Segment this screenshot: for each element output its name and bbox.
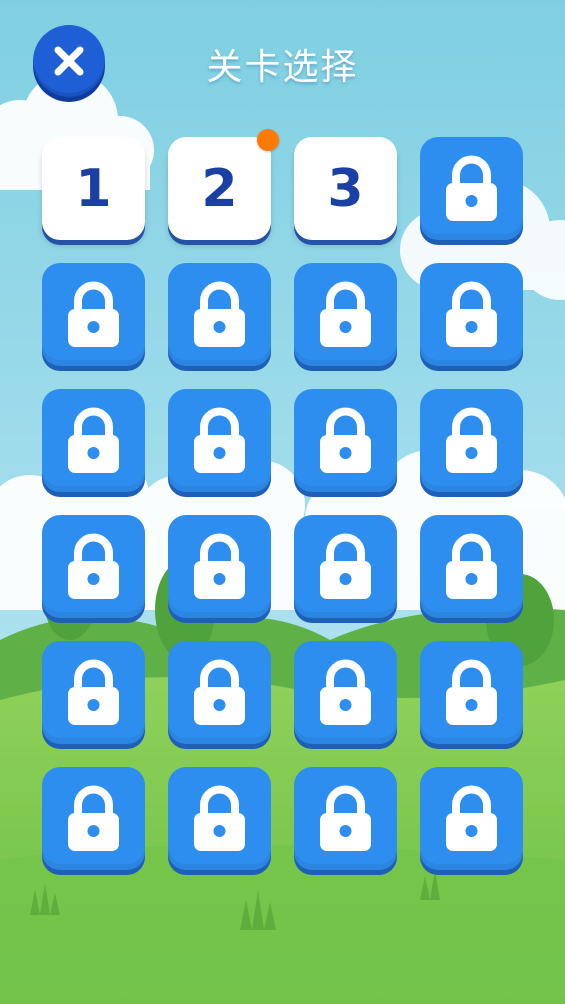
lock-icon [320, 659, 371, 725]
level-tile[interactable]: 1 [42, 137, 145, 240]
level-tile-locked[interactable] [168, 515, 271, 618]
level-tile-locked[interactable] [420, 515, 523, 618]
notification-dot [257, 129, 279, 151]
lock-icon [320, 533, 371, 599]
lock-icon [194, 659, 245, 725]
level-tile-locked[interactable] [42, 515, 145, 618]
level-tile-locked[interactable] [42, 263, 145, 366]
lock-icon [446, 659, 497, 725]
level-number: 3 [327, 158, 364, 219]
level-tile-locked[interactable] [420, 767, 523, 870]
level-grid: 1 2 3 [42, 129, 524, 870]
level-tile-locked[interactable] [294, 263, 397, 366]
lock-icon [446, 407, 497, 473]
level-tile[interactable]: 3 [294, 137, 397, 240]
level-tile-locked[interactable] [42, 641, 145, 744]
lock-icon [194, 533, 245, 599]
level-tile-locked[interactable] [294, 641, 397, 744]
level-tile-locked[interactable] [42, 389, 145, 492]
lock-icon [194, 407, 245, 473]
lock-icon [68, 785, 119, 851]
page-title: 关卡选择 [206, 47, 359, 88]
lock-icon [68, 659, 119, 725]
lock-icon [320, 407, 371, 473]
lock-icon [320, 281, 371, 347]
level-tile-locked[interactable] [168, 389, 271, 492]
lock-icon [68, 281, 119, 347]
level-tile-locked[interactable] [168, 767, 271, 870]
lock-icon [446, 785, 497, 851]
level-tile-locked[interactable] [420, 263, 523, 366]
level-tile-locked[interactable] [294, 767, 397, 870]
lock-icon [68, 533, 119, 599]
lock-icon [194, 785, 245, 851]
level-tile[interactable]: 2 [168, 129, 279, 240]
level-tile-locked[interactable] [168, 641, 271, 744]
lock-icon [68, 407, 119, 473]
lock-icon [446, 533, 497, 599]
level-tile-locked[interactable] [294, 389, 397, 492]
lock-icon [194, 281, 245, 347]
lock-icon [320, 785, 371, 851]
level-number: 1 [75, 158, 112, 219]
lock-icon [446, 281, 497, 347]
level-tile-locked[interactable] [42, 767, 145, 870]
lock-icon [446, 155, 497, 221]
level-tile-locked[interactable] [294, 515, 397, 618]
level-tile-locked[interactable] [420, 641, 523, 744]
level-tile-locked[interactable] [168, 263, 271, 366]
level-tile-locked[interactable] [420, 137, 523, 240]
level-number: 2 [201, 158, 238, 219]
level-tile-locked[interactable] [420, 389, 523, 492]
